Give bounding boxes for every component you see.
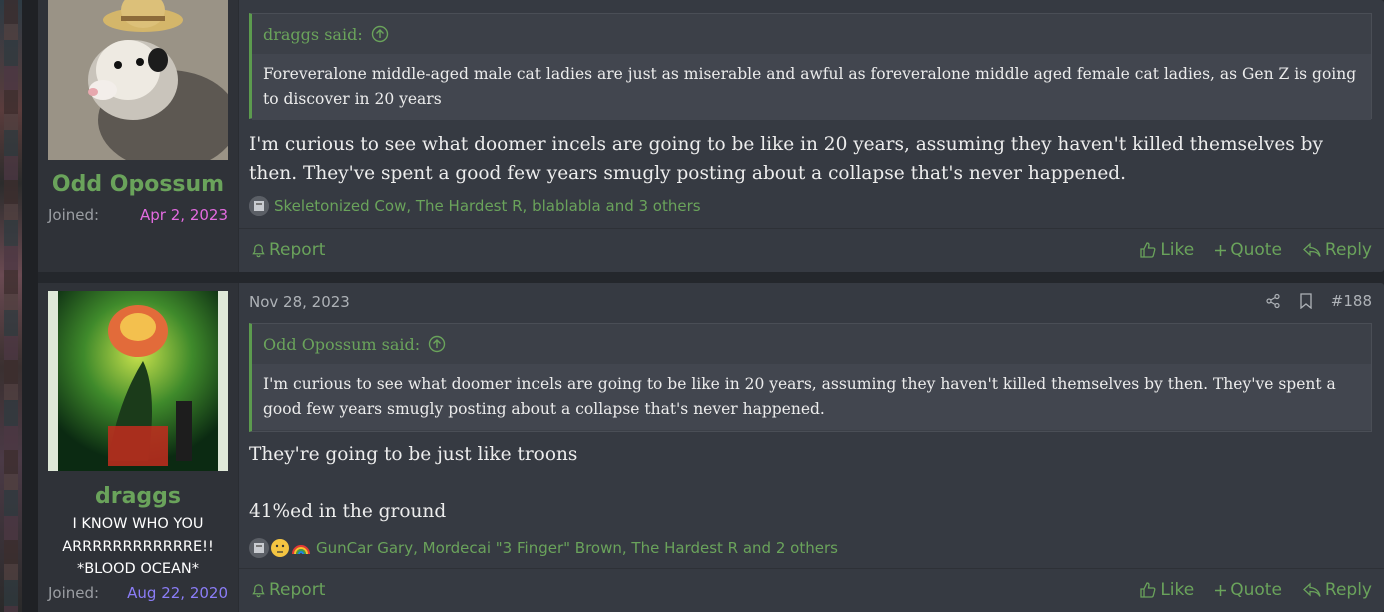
- post-date[interactable]: Nov 28, 2023: [249, 293, 350, 311]
- bell-icon: [252, 583, 265, 597]
- reactions-list[interactable]: Skeletonized Cow, The Hardest R, blablab…: [274, 197, 701, 215]
- plus-icon: [1215, 244, 1227, 256]
- page-gutter: [22, 0, 38, 612]
- thumbs-up-icon: [1140, 242, 1156, 258]
- post-main: draggs said: Foreveralone middle-aged ma…: [239, 0, 1384, 272]
- quote-button[interactable]: Quote: [1214, 240, 1282, 260]
- bookmark-icon[interactable]: [1299, 293, 1313, 309]
- report-button[interactable]: Report: [251, 580, 325, 600]
- post-actions: Report Like Quote Reply: [239, 568, 1384, 611]
- username[interactable]: Odd Opossum: [38, 172, 238, 197]
- message-body: They're going to be just like troons 41%…: [249, 440, 1364, 526]
- thinking-icon: [270, 538, 290, 558]
- bell-icon: [252, 243, 265, 257]
- reply-button[interactable]: Reply: [1302, 580, 1372, 600]
- plus-icon: [1215, 584, 1227, 596]
- arrow-up-circle-icon[interactable]: [371, 25, 389, 43]
- quote-header[interactable]: draggs said:: [252, 14, 1371, 54]
- joined-label: Joined:: [48, 584, 100, 602]
- reactions-bar[interactable]: GunCar Gary, Mordecai "3 Finger" Brown, …: [249, 538, 838, 558]
- report-button[interactable]: Report: [251, 240, 325, 260]
- rainbow-icon: [291, 538, 311, 558]
- post: Odd Opossum Joined: Apr 2, 2023 draggs s…: [38, 0, 1384, 272]
- quote-header[interactable]: Odd Opossum said:: [252, 324, 1371, 364]
- avatar[interactable]: [48, 0, 228, 160]
- like-button[interactable]: Like: [1139, 580, 1194, 600]
- page-background-strip: [0, 0, 22, 612]
- fax-machine-icon: [249, 196, 269, 216]
- message-body: I'm curious to see what doomer incels ar…: [249, 134, 1323, 184]
- post: draggs I KNOW WHO YOU ARRRRRRRRRRRRE!! *…: [38, 283, 1384, 612]
- quote-author[interactable]: Odd Opossum said:: [263, 335, 420, 354]
- joined-date: Apr 2, 2023: [140, 206, 228, 224]
- quote-block: Odd Opossum said: I'm curious to see wha…: [249, 323, 1372, 432]
- reactions-list[interactable]: GunCar Gary, Mordecai "3 Finger" Brown, …: [316, 539, 838, 557]
- fax-machine-icon: [249, 538, 269, 558]
- quote-button[interactable]: Quote: [1214, 580, 1282, 600]
- user-title: I KNOW WHO YOU ARRRRRRRRRRRRE!! *BLOOD O…: [62, 516, 214, 577]
- joined-date: Aug 22, 2020: [127, 584, 228, 602]
- quote-text: I'm curious to see what doomer incels ar…: [252, 364, 1371, 430]
- arrow-up-circle-icon[interactable]: [428, 335, 446, 353]
- username[interactable]: draggs: [38, 484, 238, 509]
- user-sidebar: Odd Opossum Joined: Apr 2, 2023: [38, 0, 239, 272]
- like-button[interactable]: Like: [1139, 240, 1194, 260]
- post-actions: Report Like Quote Reply: [239, 228, 1384, 271]
- post-tools: #188: [1265, 292, 1372, 310]
- post-main: Nov 28, 2023 #188 Odd Opossum said: I'm …: [239, 283, 1384, 612]
- post-number[interactable]: #188: [1331, 292, 1372, 310]
- message-line: They're going to be just like troons: [249, 444, 578, 465]
- quote-author[interactable]: draggs said:: [263, 25, 363, 44]
- avatar[interactable]: [48, 291, 228, 471]
- reply-arrow-icon: [1302, 582, 1321, 597]
- thumbs-up-icon: [1140, 582, 1156, 598]
- quote-block: draggs said: Foreveralone middle-aged ma…: [249, 13, 1372, 120]
- quote-text: Foreveralone middle-aged male cat ladies…: [252, 54, 1371, 120]
- reply-button[interactable]: Reply: [1302, 240, 1372, 260]
- user-sidebar: draggs I KNOW WHO YOU ARRRRRRRRRRRRE!! *…: [38, 283, 239, 612]
- reactions-bar[interactable]: Skeletonized Cow, The Hardest R, blablab…: [249, 196, 701, 216]
- reply-arrow-icon: [1302, 242, 1321, 257]
- share-icon[interactable]: [1265, 293, 1281, 309]
- message-line: 41%ed in the ground: [249, 501, 447, 522]
- joined-label: Joined:: [48, 206, 100, 224]
